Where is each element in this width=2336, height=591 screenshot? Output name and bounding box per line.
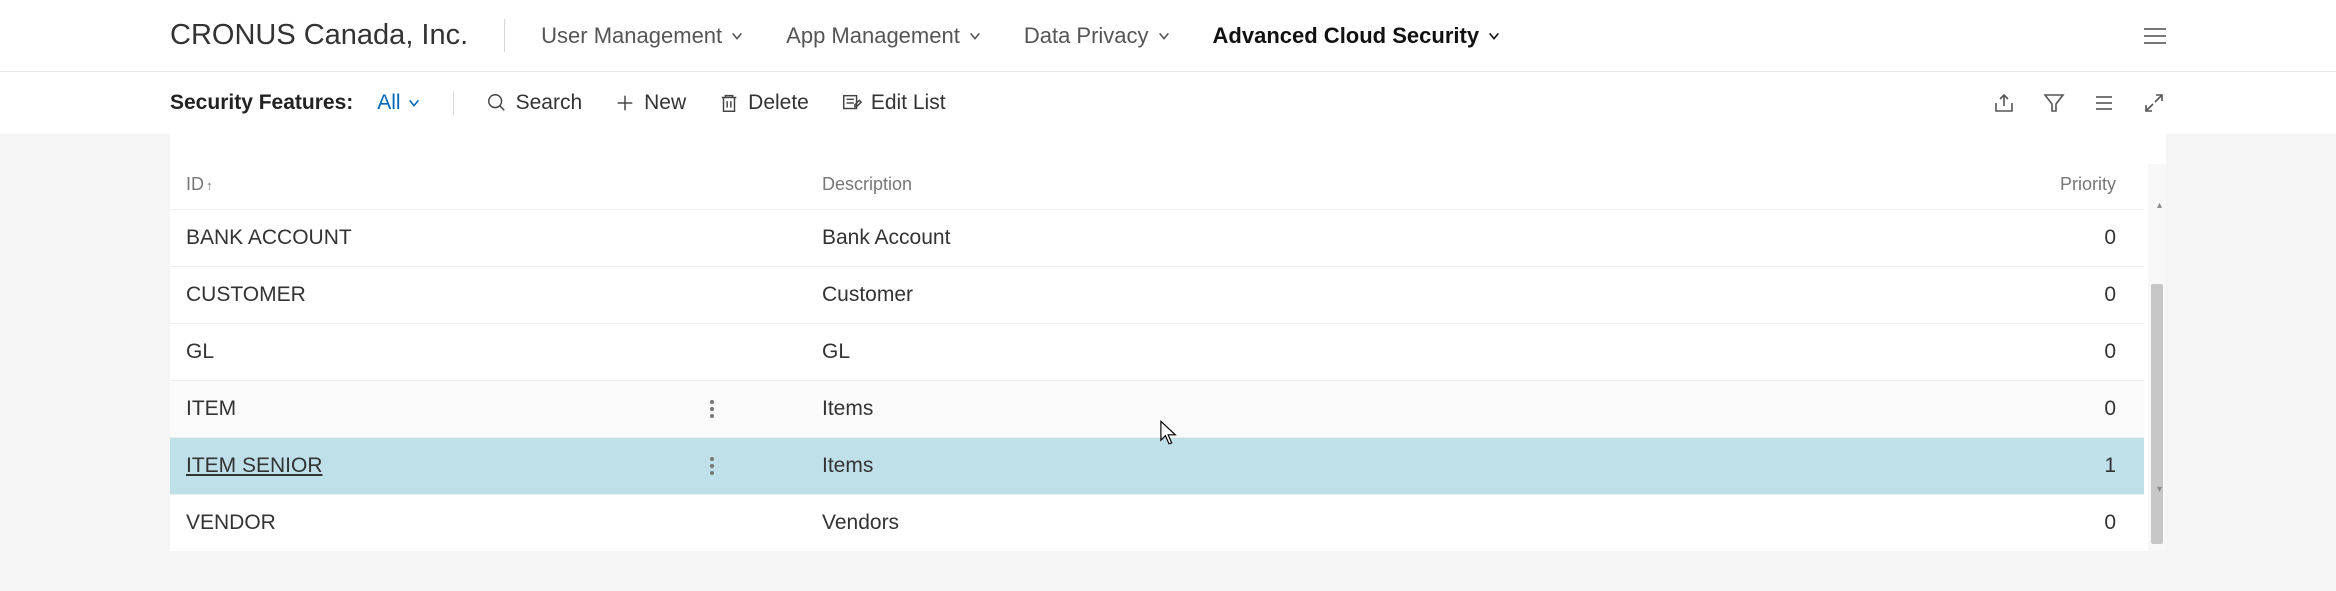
filter-value: All: [377, 91, 400, 115]
more-menu-button[interactable]: [2144, 28, 2166, 44]
cell-description: GL: [822, 340, 850, 363]
table-row[interactable]: ITEM Items 0: [170, 381, 2144, 438]
action-label: Edit List: [871, 91, 946, 115]
filter-icon[interactable]: [2042, 91, 2066, 115]
action-label: Search: [516, 91, 583, 115]
chevron-down-icon: [1157, 29, 1171, 43]
nav-menu: User Management App Management Data Priv…: [541, 23, 2104, 49]
scrollbar-thumb[interactable]: [2151, 284, 2163, 544]
column-header-priority[interactable]: Priority: [2004, 164, 2144, 210]
new-button[interactable]: New: [614, 91, 686, 115]
cell-priority: 0: [2104, 283, 2116, 306]
cell-id[interactable]: GL: [186, 340, 214, 363]
plus-icon: [614, 92, 636, 114]
chevron-down-icon: [730, 29, 744, 43]
security-features-table: ID↑ Description Priority BANK ACCOUNT Ban…: [170, 164, 2144, 551]
search-button[interactable]: Search: [486, 91, 583, 115]
scroll-down-arrow[interactable]: ▾: [2157, 484, 2162, 495]
list-label: Security Features:: [170, 91, 353, 115]
cell-priority: 0: [2104, 511, 2116, 534]
column-label: ID: [186, 174, 204, 194]
column-label: Priority: [2060, 174, 2116, 194]
delete-button[interactable]: Delete: [718, 91, 809, 115]
nav-advanced-cloud-security[interactable]: Advanced Cloud Security: [1213, 23, 1502, 49]
data-panel: ▴ ▾ ID↑ Description Priority: [170, 134, 2166, 551]
cell-id[interactable]: BANK ACCOUNT: [186, 226, 352, 249]
search-icon: [486, 92, 508, 114]
column-header-id[interactable]: ID↑: [170, 164, 810, 210]
cell-id[interactable]: VENDOR: [186, 511, 276, 534]
nav-label: Data Privacy: [1024, 23, 1149, 49]
trash-icon: [718, 92, 740, 114]
chevron-down-icon: [1487, 29, 1501, 43]
nav-label: User Management: [541, 23, 722, 49]
nav-app-management[interactable]: App Management: [786, 23, 982, 49]
nav-label: Advanced Cloud Security: [1213, 23, 1480, 49]
cell-priority: 0: [2104, 226, 2116, 249]
cell-description: Items: [822, 397, 873, 420]
scroll-up-arrow[interactable]: ▴: [2157, 200, 2162, 211]
table-row[interactable]: GL GL 0: [170, 324, 2144, 381]
view-filter-dropdown[interactable]: All: [377, 91, 453, 115]
row-actions-menu[interactable]: [704, 394, 720, 424]
scrollbar[interactable]: ▴ ▾: [2148, 164, 2166, 551]
cell-priority: 1: [2104, 454, 2116, 477]
cell-id[interactable]: ITEM SENIOR: [186, 454, 323, 477]
column-label: Description: [822, 174, 912, 194]
nav-user-management[interactable]: User Management: [541, 23, 744, 49]
edit-list-button[interactable]: Edit List: [841, 91, 946, 115]
chevron-down-icon: [407, 96, 421, 110]
nav-label: App Management: [786, 23, 960, 49]
company-name[interactable]: CRONUS Canada, Inc.: [170, 19, 505, 52]
expand-icon[interactable]: [2142, 91, 2166, 115]
action-label: Delete: [748, 91, 809, 115]
share-icon[interactable]: [1992, 91, 2016, 115]
row-actions-menu[interactable]: [704, 451, 720, 481]
cell-description: Items: [822, 454, 873, 477]
action-label: New: [644, 91, 686, 115]
cell-priority: 0: [2104, 397, 2116, 420]
table-row[interactable]: CUSTOMER Customer 0: [170, 267, 2144, 324]
cell-description: Vendors: [822, 511, 899, 534]
sort-asc-icon: ↑: [206, 178, 213, 193]
table-row[interactable]: BANK ACCOUNT Bank Account 0: [170, 210, 2144, 267]
cell-description: Customer: [822, 283, 913, 306]
cell-priority: 0: [2104, 340, 2116, 363]
cell-id[interactable]: CUSTOMER: [186, 283, 306, 306]
list-view-icon[interactable]: [2092, 91, 2116, 115]
table-row[interactable]: VENDOR Vendors 0: [170, 495, 2144, 552]
column-header-description[interactable]: Description: [810, 164, 2004, 210]
nav-data-privacy[interactable]: Data Privacy: [1024, 23, 1171, 49]
cell-id[interactable]: ITEM: [186, 397, 236, 420]
table-row[interactable]: ITEM SENIOR Items 1: [170, 438, 2144, 495]
cell-description: Bank Account: [822, 226, 950, 249]
chevron-down-icon: [968, 29, 982, 43]
edit-list-icon: [841, 92, 863, 114]
